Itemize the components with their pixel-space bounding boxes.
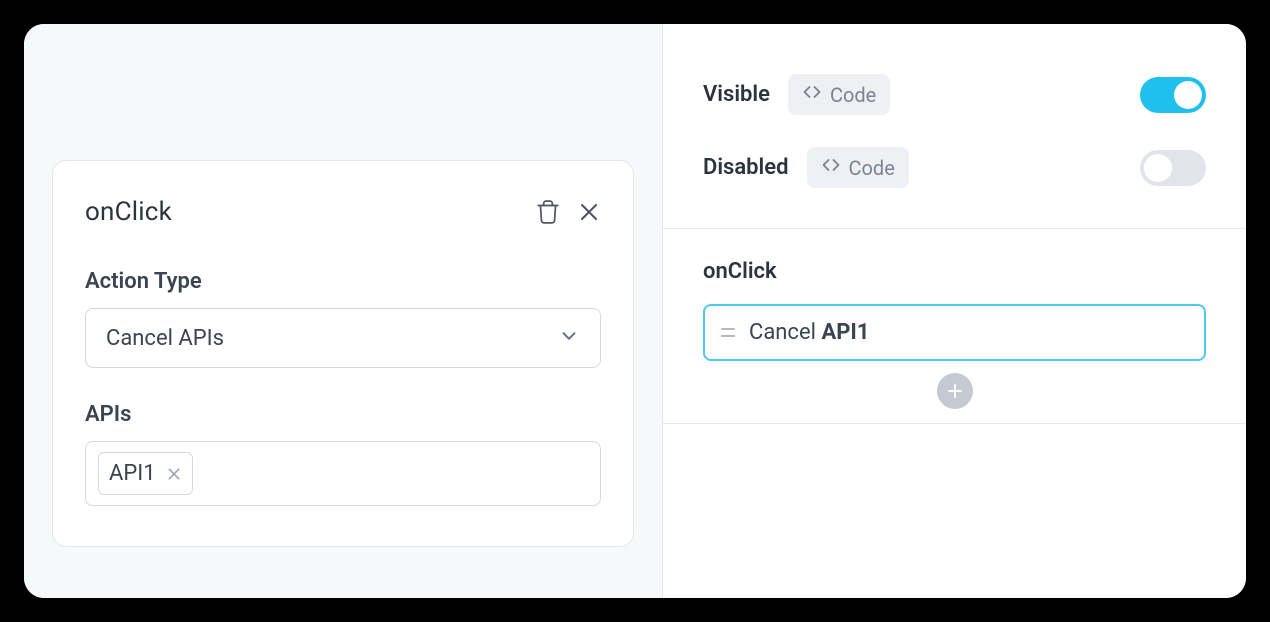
toggle-knob [1174, 81, 1202, 109]
onclick-section-label: onClick [663, 229, 1246, 304]
visible-row: Visible Code [663, 58, 1246, 131]
visible-code-button[interactable]: Code [788, 74, 890, 115]
apis-input[interactable]: API1 [85, 441, 601, 506]
toggle-knob [1144, 154, 1172, 182]
code-icon [821, 155, 841, 180]
drag-handle-icon[interactable] [721, 328, 735, 337]
tag-close-icon[interactable] [166, 466, 182, 482]
api-tag: API1 [98, 452, 193, 495]
action-type-label: Action Type [85, 269, 601, 294]
delete-icon[interactable] [535, 199, 561, 225]
disabled-code-button[interactable]: Code [807, 147, 909, 188]
disabled-toggle[interactable] [1140, 150, 1206, 186]
card-title: onClick [85, 197, 172, 227]
action-text: Cancel API1 [749, 320, 869, 345]
left-panel: onClick [24, 24, 662, 598]
app-frame: onClick [24, 24, 1246, 598]
api-tag-label: API1 [109, 461, 156, 486]
card-header: onClick [85, 197, 601, 227]
visible-label: Visible [703, 82, 770, 107]
action-type-value: Cancel APIs [106, 326, 224, 351]
apis-label: APIs [85, 402, 601, 427]
disabled-label: Disabled [703, 155, 789, 180]
code-label: Code [849, 156, 895, 180]
action-type-select[interactable]: Cancel APIs [85, 308, 601, 368]
action-item[interactable]: Cancel API1 [703, 304, 1206, 361]
close-icon[interactable] [577, 200, 601, 224]
action-target: API1 [821, 320, 869, 345]
section-divider-bottom [663, 423, 1246, 424]
code-label: Code [830, 83, 876, 107]
add-action-button[interactable] [937, 373, 973, 409]
card-actions [535, 199, 601, 225]
visible-toggle[interactable] [1140, 77, 1206, 113]
chevron-down-icon [558, 325, 580, 351]
disabled-row: Disabled Code [663, 131, 1246, 204]
event-card: onClick [52, 160, 634, 547]
right-panel: Visible Code Disabled [662, 24, 1246, 598]
action-prefix: Cancel [749, 320, 821, 345]
code-icon [802, 82, 822, 107]
